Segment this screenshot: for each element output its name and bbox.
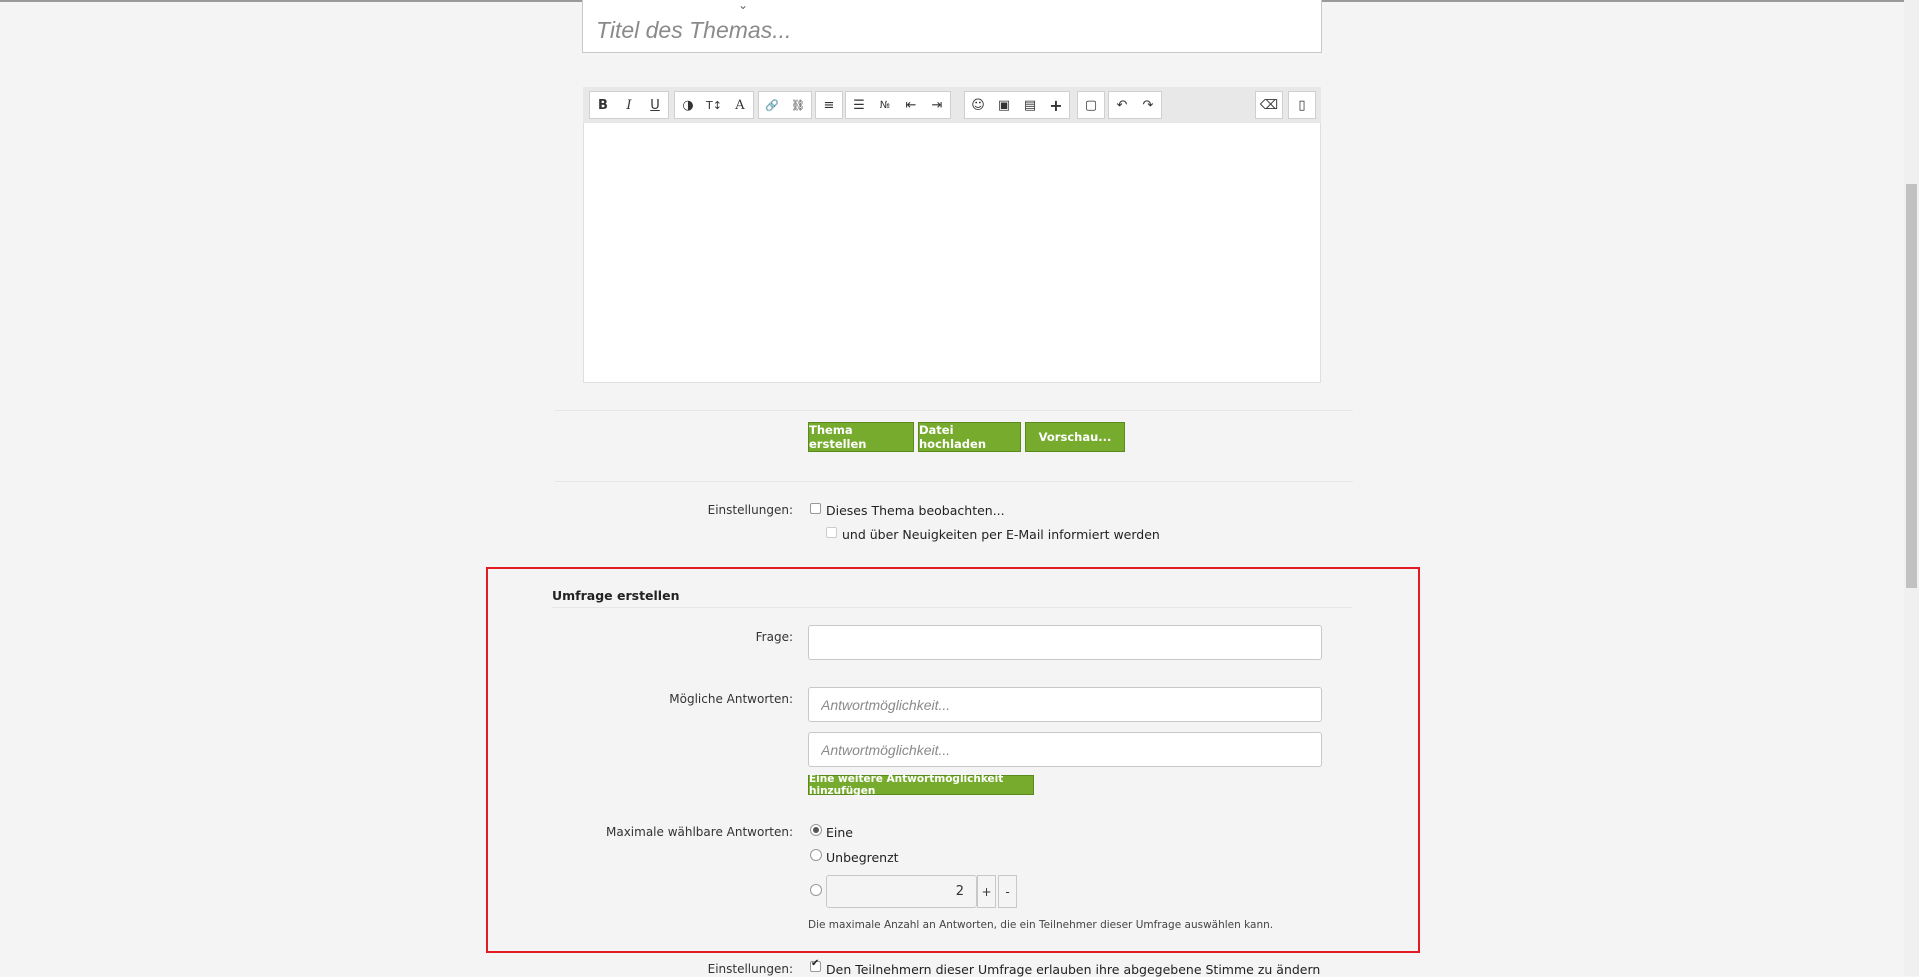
toolbar-group-insert: ☺ ▣ ▤ +	[964, 91, 1070, 119]
unlink-icon[interactable]: ⛓	[785, 92, 811, 118]
editor-toolbar: B I U ◑ T↕ A 🔗 ⛓ ≡ ☰ № ⇤ ⇥ ☺ ▣ ▤ + ▢ ↶ ↷…	[583, 87, 1321, 123]
divider	[555, 481, 1353, 482]
message-editor[interactable]	[583, 87, 1321, 383]
thread-title-input[interactable]	[590, 12, 1162, 48]
max-unlimited-radio[interactable]	[810, 849, 822, 861]
eraser-icon[interactable]: ⌫	[1256, 92, 1282, 118]
max-one-radio[interactable]	[810, 824, 822, 836]
toolbar-group-format: B I U	[589, 91, 669, 119]
scrollbar-thumb[interactable]	[1906, 184, 1917, 588]
image-icon[interactable]: ▣	[991, 92, 1017, 118]
question-label: Frage:	[755, 630, 793, 644]
chevron-down-icon[interactable]: ⌄	[738, 0, 748, 12]
media-icon[interactable]: ▤	[1017, 92, 1043, 118]
toolbar-group-clear: ⌫	[1255, 91, 1283, 119]
preview-button[interactable]: Vorschau...	[1025, 422, 1125, 452]
color-icon[interactable]: ◑	[675, 92, 701, 118]
add-answer-button[interactable]: Eine weitere Antwortmöglichkeit hinzufüg…	[808, 773, 1034, 797]
bullet-list-icon[interactable]: ☰	[846, 92, 872, 118]
toolbar-group-links: 🔗 ⛓	[758, 91, 812, 119]
watch-thread-checkbox[interactable]	[810, 503, 821, 514]
max-answers-stepper[interactable]: 2	[826, 875, 977, 908]
toolbar-group-lists: ☰ № ⇤ ⇥	[845, 91, 951, 119]
email-notify-label: und über Neuigkeiten per E-Mail informie…	[842, 527, 1160, 542]
numbered-list-icon[interactable]: №	[872, 92, 898, 118]
outdent-icon[interactable]: ⇤	[898, 92, 924, 118]
font-family-icon[interactable]: A	[727, 92, 753, 118]
settings-label: Einstellungen:	[707, 503, 793, 517]
poll-heading: Umfrage erstellen	[552, 588, 680, 603]
toolbar-group-align: ≡	[815, 91, 843, 119]
max-unlimited-label: Unbegrenzt	[826, 850, 899, 865]
question-input[interactable]	[808, 625, 1322, 660]
align-icon[interactable]: ≡	[816, 92, 842, 118]
max-answers-label: Maximale wählbare Antworten:	[605, 825, 793, 839]
allow-change-vote-checkbox[interactable]	[810, 958, 821, 972]
bold-button[interactable]: B	[590, 92, 616, 118]
poll-settings-label: Einstellungen:	[707, 962, 793, 976]
indent-icon[interactable]: ⇥	[924, 92, 950, 118]
toolbar-group-source: ▯	[1288, 91, 1316, 119]
underline-button[interactable]: U	[642, 92, 668, 118]
link-icon[interactable]: 🔗	[759, 92, 785, 118]
answer-input-1[interactable]	[808, 687, 1322, 722]
watch-thread-label: Dieses Thema beobachten...	[826, 503, 1005, 518]
stepper-plus-button[interactable]: +	[977, 875, 996, 908]
insert-more-icon[interactable]: +	[1043, 92, 1069, 118]
divider	[555, 410, 1353, 411]
max-custom-radio[interactable]	[810, 884, 822, 896]
italic-button[interactable]: I	[616, 92, 642, 118]
divider	[552, 607, 1352, 608]
allow-change-vote-label: Den Teilnehmern dieser Umfrage erlauben …	[826, 962, 1321, 977]
email-notify-checkbox[interactable]	[826, 527, 837, 538]
save-draft-icon[interactable]: ▢	[1078, 92, 1104, 118]
undo-icon[interactable]: ↶	[1109, 92, 1135, 118]
upload-file-button[interactable]: Datei hochladen	[918, 422, 1021, 452]
toolbar-group-style: ◑ T↕ A	[674, 91, 754, 119]
answers-label: Mögliche Antworten:	[669, 692, 793, 706]
toolbar-group-history: ↶ ↷	[1108, 91, 1162, 119]
source-mode-icon[interactable]: ▯	[1289, 92, 1315, 118]
font-size-icon[interactable]: T↕	[701, 92, 727, 118]
stepper-minus-button[interactable]: -	[998, 875, 1017, 908]
toolbar-group-draft: ▢	[1077, 91, 1105, 119]
redo-icon[interactable]: ↷	[1135, 92, 1161, 118]
max-one-label: Eine	[826, 825, 853, 840]
smiley-icon[interactable]: ☺	[965, 92, 991, 118]
create-thread-button[interactable]: Thema erstellen	[808, 422, 914, 452]
answer-input-2[interactable]	[808, 732, 1322, 767]
max-answers-hint: Die maximale Anzahl an Antworten, die ei…	[808, 919, 1274, 931]
